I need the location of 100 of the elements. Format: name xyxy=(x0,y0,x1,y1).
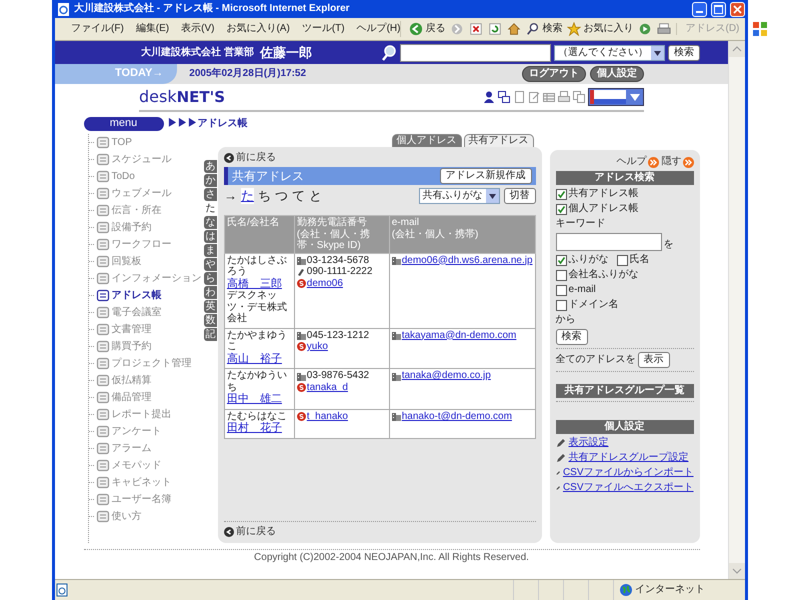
sidebar-item[interactable]: レポート提出 xyxy=(88,406,172,423)
menu-item[interactable]: 表示(V) xyxy=(181,23,214,35)
index-tab[interactable]: た xyxy=(204,202,218,215)
table-icon[interactable] xyxy=(543,91,555,103)
index-tab[interactable]: 数 xyxy=(204,314,218,327)
checkbox[interactable] xyxy=(556,254,567,266)
show-button[interactable]: 表示 xyxy=(638,352,670,368)
index-tab[interactable]: な xyxy=(204,216,218,229)
home-icon[interactable] xyxy=(507,22,522,36)
theme-selector[interactable] xyxy=(588,88,644,106)
sidebar-item[interactable]: プロジェクト管理 xyxy=(88,355,192,372)
sidebar-item[interactable]: メモパッド xyxy=(88,457,162,474)
settings-link[interactable]: CSVファイルからインポート xyxy=(562,467,694,479)
sidebar-item[interactable]: 仮払精算 xyxy=(88,372,152,389)
checkbox[interactable] xyxy=(556,284,567,296)
index-tab[interactable]: か xyxy=(204,174,218,187)
kana-link[interactable]: て xyxy=(292,188,305,204)
header-button[interactable]: 個人設定 xyxy=(590,66,644,82)
menu-item[interactable]: 編集(E) xyxy=(136,23,170,35)
sidebar-item[interactable]: スケジュール xyxy=(88,151,172,168)
sidebar-item[interactable]: ユーザー名簿 xyxy=(88,491,172,508)
email-link[interactable]: tanaka@demo.co.jp xyxy=(402,370,491,382)
kana-link[interactable]: と xyxy=(308,188,322,204)
kana-link[interactable]: つ xyxy=(274,188,288,204)
windows-icon[interactable] xyxy=(498,91,510,103)
sidebar-item[interactable]: キャビネット xyxy=(88,474,172,491)
settings-link[interactable]: 共有アドレスグループ設定 xyxy=(568,452,689,464)
sidebar-item[interactable]: インフォメーション xyxy=(88,270,202,287)
sidebar-item[interactable]: アラーム xyxy=(88,440,152,457)
hide-link[interactable]: 隠す xyxy=(662,156,694,168)
back-link[interactable]: 前に戻る xyxy=(224,152,536,164)
index-tab[interactable]: さ xyxy=(204,188,218,201)
maximize-button[interactable] xyxy=(711,2,726,16)
person-icon[interactable] xyxy=(483,91,495,103)
sidebar-item[interactable]: 備品管理 xyxy=(88,389,152,406)
contact-name-link[interactable]: 高橋 三郎 xyxy=(226,278,292,290)
checkbox[interactable] xyxy=(556,188,567,200)
checkbox[interactable] xyxy=(556,270,567,280)
back-link[interactable]: 前に戻る xyxy=(224,526,276,538)
search-field[interactable] xyxy=(400,44,551,62)
sidebar-item[interactable]: アドレス帳 xyxy=(88,287,162,304)
search-button[interactable]: 検索 xyxy=(556,329,588,345)
tab[interactable]: 共有アドレス xyxy=(464,134,534,147)
skype-id-link[interactable]: tanaka_d xyxy=(306,382,348,394)
search-button[interactable]: 検索 xyxy=(668,44,700,60)
sidebar-item[interactable]: 電子会議室 xyxy=(88,304,162,321)
contact-name-link[interactable]: 田中 雄二 xyxy=(226,393,292,406)
refresh-icon[interactable] xyxy=(488,22,502,36)
header-button[interactable]: ログアウト xyxy=(522,66,586,82)
tab[interactable]: 個人アドレス xyxy=(392,134,462,147)
kana-link[interactable]: た xyxy=(240,188,254,204)
index-tab[interactable]: ら xyxy=(204,272,218,285)
keyword-field[interactable] xyxy=(556,233,662,251)
index-tab[interactable]: 記 xyxy=(204,328,218,341)
checkbox[interactable] xyxy=(556,300,567,310)
index-tab[interactable]: や xyxy=(204,258,218,271)
printer-icon[interactable] xyxy=(558,91,570,103)
menu-item[interactable]: お気に入り(A) xyxy=(226,23,290,35)
new-address-button[interactable]: アドレス新規作成 xyxy=(440,168,532,184)
checkbox[interactable] xyxy=(556,204,567,214)
settings-link[interactable]: 表示設定 xyxy=(568,437,609,449)
search-button[interactable]: 検索 xyxy=(526,22,562,36)
email-link[interactable]: demo06@dh.ws6.arena.ne.jp xyxy=(402,254,533,266)
close-button[interactable] xyxy=(730,2,745,16)
index-tab[interactable]: は xyxy=(204,230,218,243)
copy-icon[interactable] xyxy=(573,91,585,103)
settings-link[interactable]: CSVファイルへエクスポート xyxy=(562,482,694,494)
media-icon[interactable] xyxy=(638,22,652,36)
sidebar-item[interactable]: 設備予約 xyxy=(88,219,152,236)
sidebar-item[interactable]: ToDo xyxy=(88,168,135,185)
note-icon[interactable] xyxy=(528,91,540,103)
help-link[interactable]: ヘルプ xyxy=(616,156,659,168)
kana-link[interactable]: ち xyxy=(258,188,271,204)
sidebar-item[interactable]: 回覧板 xyxy=(88,253,142,270)
category-dropdown[interactable]: （選んでください） xyxy=(554,44,665,60)
index-tab[interactable]: ま xyxy=(204,244,218,257)
contact-name-link[interactable]: 高山 裕子 xyxy=(226,352,292,366)
sidebar-item[interactable]: ワークフロー xyxy=(88,236,172,253)
skype-id-link[interactable]: t_hanako xyxy=(306,410,348,422)
checkbox[interactable] xyxy=(616,254,628,266)
index-tab[interactable]: あ xyxy=(204,160,218,173)
sidebar-item[interactable]: アンケート xyxy=(88,423,162,440)
back-button[interactable]: 戻る xyxy=(409,22,446,36)
sidebar-item[interactable]: 使い方 xyxy=(88,508,142,525)
sidebar-item[interactable]: 伝言・所在 xyxy=(88,202,162,219)
menu-item[interactable]: ヘルプ(H) xyxy=(356,23,400,35)
menu-item[interactable]: ファイル(F) xyxy=(71,23,124,35)
skype-id-link[interactable]: demo06 xyxy=(306,278,343,289)
printer-icon[interactable] xyxy=(657,22,672,36)
switch-button[interactable]: 切替 xyxy=(504,188,536,204)
favorites-button[interactable]: お気に入り xyxy=(567,22,634,36)
sort-dropdown[interactable]: 共有ふりがな xyxy=(418,188,500,204)
sidebar-item[interactable]: TOP xyxy=(88,134,132,151)
minimize-button[interactable] xyxy=(692,2,707,16)
menu-item[interactable]: ツール(T) xyxy=(302,23,345,35)
sidebar-item[interactable]: 文書管理 xyxy=(88,321,152,338)
contact-name-link[interactable]: 田村 花子 xyxy=(226,422,292,436)
skype-id-link[interactable]: yuko xyxy=(306,341,328,353)
sidebar-item[interactable]: ウェブメール xyxy=(88,185,172,202)
index-tab[interactable]: 英 xyxy=(204,300,218,313)
